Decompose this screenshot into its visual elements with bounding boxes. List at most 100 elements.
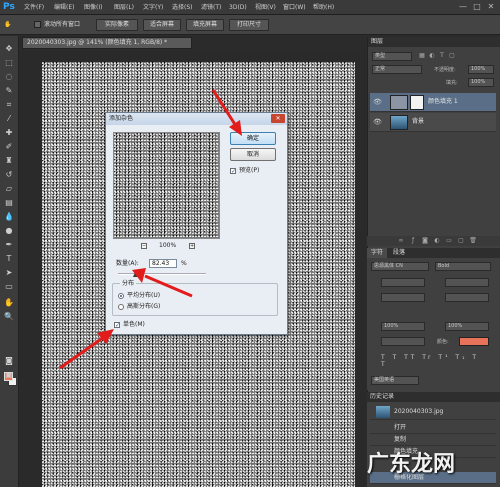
eye-icon[interactable]: 👁 (373, 98, 382, 106)
document-tab[interactable]: 2020040303.jpg @ 141% (颜色填充 1, RGB/8) * (22, 37, 192, 49)
filter-shape-icon[interactable]: ▢ (448, 52, 456, 60)
zoom-out-icon[interactable]: − (141, 243, 147, 249)
ok-button[interactable]: 确定 (230, 132, 276, 145)
history-item[interactable]: 打开 (370, 422, 496, 434)
type-style-buttons[interactable]: T T TT Tr T¹ T₁ T T (381, 354, 489, 368)
preview-checkbox[interactable]: ✓ (230, 168, 236, 175)
fit-screen-button[interactable]: 适合屏幕 (143, 19, 181, 31)
leading-input[interactable] (445, 278, 489, 287)
screen-mode-icon[interactable]: ▣ (3, 370, 15, 380)
link-icon[interactable]: ∞ (397, 237, 405, 245)
opacity-input[interactable]: 100% (468, 65, 494, 74)
clone-stamp-icon[interactable]: ♜ (3, 156, 15, 166)
move-tool-icon[interactable]: ✥ (3, 44, 15, 54)
menu-window[interactable]: 窗口(W) (283, 3, 306, 12)
dialog-close-icon[interactable]: ✕ (271, 114, 285, 123)
layer-filter-select[interactable]: 类型 (372, 52, 412, 61)
tab-character[interactable]: 字符 (367, 248, 388, 258)
cancel-button[interactable]: 取消 (230, 148, 276, 161)
fill-input[interactable]: 100% (468, 78, 494, 87)
blend-mode-select[interactable]: 正常 (372, 65, 422, 74)
history-item[interactable]: 复制 (370, 434, 496, 446)
eyedropper-tool-icon[interactable]: ⁄ (3, 114, 15, 124)
color-label: 颜色: (437, 339, 449, 345)
history-snapshot-row[interactable]: 2020040303.jpg (370, 404, 496, 420)
layer-row[interactable]: 👁 背景 (370, 113, 496, 132)
fill-screen-button[interactable]: 填充屏幕 (186, 19, 224, 31)
font-size-input[interactable] (381, 278, 425, 287)
gaussian-radio[interactable] (118, 304, 124, 310)
menu-image[interactable]: 图像(I) (84, 3, 102, 12)
quick-mask-icon[interactable]: ◙ (3, 356, 15, 366)
language-select[interactable]: 美国英语 (371, 376, 419, 385)
photoshop-logo: Ps (3, 2, 15, 12)
marquee-tool-icon[interactable]: ⬚ (3, 58, 15, 68)
folder-icon[interactable]: ▭ (445, 237, 453, 245)
brush-tool-icon[interactable]: ✐ (3, 142, 15, 152)
tab-paragraph[interactable]: 段落 (389, 248, 409, 258)
shape-tool-icon[interactable]: ▭ (3, 282, 15, 292)
layers-panel-header[interactable]: 图层 (368, 37, 500, 47)
maximize-icon[interactable]: □ (472, 2, 482, 12)
new-layer-icon[interactable]: ▢ (457, 237, 465, 245)
scroll-all-windows-checkbox[interactable] (34, 21, 41, 28)
pen-tool-icon[interactable]: ✒ (3, 240, 15, 250)
trash-icon[interactable]: 🗑 (469, 237, 477, 245)
menu-type[interactable]: 文字(Y) (143, 3, 163, 12)
history-panel-header[interactable]: 历史记录 (367, 392, 500, 402)
menu-file[interactable]: 文件(F) (24, 3, 44, 12)
eye-icon[interactable]: 👁 (373, 118, 382, 126)
menu-edit[interactable]: 编辑(E) (54, 3, 74, 12)
menu-select[interactable]: 选择(S) (172, 3, 193, 12)
menu-filter[interactable]: 滤镜(T) (201, 3, 221, 12)
menu-layer[interactable]: 图层(L) (114, 3, 134, 12)
fx-icon[interactable]: ƒ (409, 237, 417, 245)
horizontal-scale-input[interactable]: 100% (445, 322, 489, 331)
actual-pixels-button[interactable]: 实际像素 (96, 19, 138, 31)
menu-view[interactable]: 视图(V) (255, 3, 276, 12)
tracking-input[interactable] (445, 293, 489, 302)
font-family-select[interactable]: 思源黑体 CN (371, 262, 429, 271)
amount-slider-handle[interactable] (132, 270, 139, 277)
filter-type-icon[interactable]: T (438, 52, 446, 60)
eraser-tool-icon[interactable]: ▱ (3, 184, 15, 194)
monochrome-checkbox[interactable]: ✓ (114, 322, 120, 329)
layer-row[interactable]: 👁 颜色填充 1 (370, 93, 496, 112)
lasso-tool-icon[interactable]: ◌ (3, 72, 15, 82)
amount-input[interactable]: 82.43 (149, 259, 177, 268)
amount-slider-track[interactable] (118, 273, 206, 275)
filter-adjust-icon[interactable]: ◐ (428, 52, 436, 60)
blur-tool-icon[interactable]: 💧 (3, 212, 15, 222)
noise-preview[interactable] (113, 132, 220, 239)
layer-thumbnail (390, 95, 408, 110)
filter-pixel-icon[interactable]: ▦ (418, 52, 426, 60)
font-style-select[interactable]: Bold (435, 262, 491, 271)
close-icon[interactable]: ✕ (486, 2, 496, 12)
type-tool-icon[interactable]: T (3, 254, 15, 264)
menu-3d[interactable]: 3D(D) (229, 3, 247, 12)
vertical-scale-input[interactable]: 100% (381, 322, 425, 331)
dialog-titlebar[interactable]: 添加杂色 ✕ (106, 113, 287, 125)
menu-help[interactable]: 帮助(H) (313, 3, 334, 12)
text-color-swatch[interactable] (459, 337, 489, 346)
mask-icon[interactable]: ◙ (421, 237, 429, 245)
history-brush-icon[interactable]: ↺ (3, 170, 15, 180)
zoom-tool-icon[interactable]: 🔍 (3, 312, 15, 322)
hand-tool-icon[interactable]: ✋ (3, 298, 15, 308)
adjustment-icon[interactable]: ◐ (433, 237, 441, 245)
minimize-icon[interactable]: — (458, 2, 468, 12)
print-size-button[interactable]: 打印尺寸 (229, 19, 269, 31)
path-select-icon[interactable]: ➤ (3, 268, 15, 278)
gradient-tool-icon[interactable]: ▤ (3, 198, 15, 208)
zoom-in-icon[interactable]: + (189, 243, 195, 249)
kerning-input[interactable] (381, 293, 425, 302)
dodge-tool-icon[interactable]: ● (3, 226, 15, 236)
opacity-label: 不透明度: (434, 67, 456, 73)
uniform-radio[interactable] (118, 293, 124, 299)
crop-tool-icon[interactable]: ⌗ (3, 100, 15, 110)
quick-select-tool-icon[interactable]: ✎ (3, 86, 15, 96)
monochrome-label: 单色(M) (123, 321, 145, 328)
layers-panel-title: 图层 (371, 38, 384, 45)
healing-brush-icon[interactable]: ✚ (3, 128, 15, 138)
baseline-shift-input[interactable] (381, 337, 425, 346)
